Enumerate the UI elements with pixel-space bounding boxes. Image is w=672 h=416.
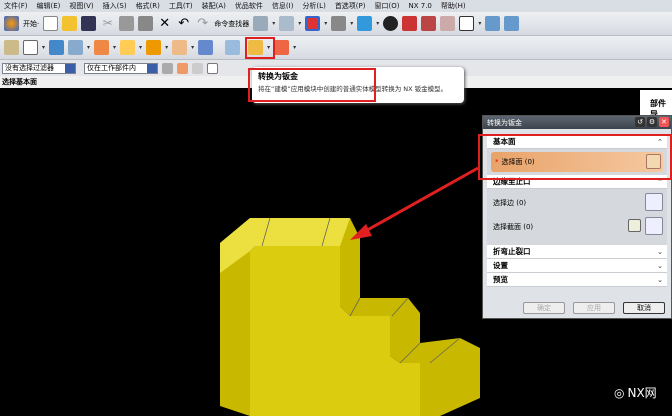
start-button[interactable]: 开始·: [23, 19, 39, 29]
edge-select-icon[interactable]: [645, 193, 663, 211]
command-finder-button[interactable]: 命令查找器: [214, 19, 249, 29]
dialog-titlebar[interactable]: 转换为钣金 ↺ ⚙ ✕: [483, 116, 671, 129]
menu-edit[interactable]: 编辑(E): [37, 1, 61, 11]
select-section-label: 选择截面 (0): [493, 223, 534, 231]
menu-tools[interactable]: 工具(T): [169, 1, 193, 11]
menu-version: NX 7.0: [408, 2, 432, 10]
section-settings[interactable]: 设置 ⌄: [487, 259, 667, 273]
cut-icon[interactable]: ✂: [100, 16, 115, 31]
base-face-highlight: [478, 134, 672, 180]
select-edge-row[interactable]: 选择边 (0): [493, 191, 663, 215]
copy-icon[interactable]: [119, 16, 135, 31]
contour-flange-icon[interactable]: [68, 40, 84, 55]
menu-analysis[interactable]: 分析(L): [302, 1, 325, 11]
dialog-title: 转换为钣金: [487, 118, 522, 127]
info-icon[interactable]: [279, 16, 295, 31]
background-icon[interactable]: [459, 16, 475, 31]
sketch-section-icon[interactable]: [628, 219, 641, 232]
shading-icon[interactable]: [383, 16, 399, 31]
type-filter-value: 没有选择过滤器: [5, 64, 54, 72]
sheetmetal-toolbar: ▾ ▾ ▾ ▾ ▾ ▾ ▾ ▾: [0, 36, 672, 60]
close-icon[interactable]: ✕: [659, 117, 669, 127]
delete-icon[interactable]: ✕: [157, 16, 172, 31]
select-icon[interactable]: [192, 62, 203, 74]
section-preview[interactable]: 预览 ⌄: [487, 273, 667, 287]
intent-icon[interactable]: [207, 62, 218, 74]
section-title: 折弯止裂口: [493, 247, 531, 256]
menu-preferences[interactable]: 首选项(P): [335, 1, 366, 11]
chevron-down-icon: ⌄: [657, 247, 663, 256]
menu-assembly[interactable]: 装配(A): [202, 1, 226, 11]
cancel-button[interactable]: 取消: [623, 302, 665, 314]
render3-icon[interactable]: [440, 16, 456, 31]
ok-button[interactable]: 确定: [523, 302, 565, 314]
select-edge-label: 选择边 (0): [493, 199, 527, 207]
section-bend-relief[interactable]: 折弯止裂口 ⌄: [487, 245, 667, 259]
paste-icon[interactable]: [138, 16, 154, 31]
menu-file[interactable]: 文件(F): [4, 1, 28, 11]
undo-icon[interactable]: ↶: [176, 16, 191, 31]
export-icon[interactable]: [274, 40, 290, 55]
menu-view[interactable]: 视图(V): [69, 1, 93, 11]
emboss-icon[interactable]: [120, 40, 136, 55]
bend-icon[interactable]: [94, 40, 110, 55]
corner-icon[interactable]: [146, 40, 162, 55]
part-icon[interactable]: [253, 16, 269, 31]
redo-icon[interactable]: ↷: [195, 16, 210, 31]
standard-toolbar: 开始· ✂ ✕ ↶ ↷ 命令查找器 ▾ ▾ ▾ ▾ ▾ ▾: [0, 12, 672, 36]
curve-select-icon[interactable]: [645, 217, 663, 235]
sketch-icon[interactable]: [4, 40, 19, 55]
type-filter-select[interactable]: 没有选择过滤器: [2, 62, 76, 74]
fit-icon[interactable]: [305, 16, 321, 31]
gear-icon[interactable]: ⚙: [647, 117, 657, 127]
view-cube-icon[interactable]: [357, 16, 373, 31]
chevron-down-icon: [147, 63, 157, 73]
menu-format[interactable]: 格式(R): [136, 1, 160, 11]
menu-plugin[interactable]: 优品软件: [235, 1, 263, 11]
menu-info[interactable]: 信息(I): [272, 1, 294, 11]
select-section-row[interactable]: 选择截面 (0): [493, 215, 663, 239]
render-icon[interactable]: [402, 16, 418, 31]
start-icon[interactable]: [4, 16, 19, 31]
filter-icon[interactable]: [162, 62, 173, 74]
render2-icon[interactable]: [421, 16, 437, 31]
new-icon[interactable]: [43, 16, 59, 31]
watermark-text: NX网: [627, 386, 657, 400]
apply-button[interactable]: 应用: [573, 302, 615, 314]
save-icon[interactable]: [81, 16, 97, 31]
menu-insert[interactable]: 插入(S): [103, 1, 127, 11]
chevron-down-icon: [65, 63, 75, 73]
section-icon[interactable]: [485, 16, 501, 31]
camera-icon[interactable]: [331, 16, 347, 31]
watermark: ◎ NX网: [614, 384, 657, 401]
scope-value: 仅在工作部件内: [87, 64, 136, 72]
reset-icon[interactable]: ↺: [635, 117, 645, 127]
convert-button-highlight: [245, 37, 275, 59]
chevron-down-icon: ⌄: [657, 275, 663, 284]
section-title: 设置: [493, 261, 508, 270]
snap-icon[interactable]: [177, 62, 188, 74]
annotation-arrow: [350, 166, 479, 240]
scope-select[interactable]: 仅在工作部件内: [84, 62, 158, 74]
open-icon[interactable]: [62, 16, 78, 31]
menu-window[interactable]: 窗口(O): [375, 1, 400, 11]
unbend-icon[interactable]: [172, 40, 188, 55]
solid-part: [220, 217, 480, 416]
chevron-down-icon: ⌄: [657, 261, 663, 270]
tab-icon[interactable]: [23, 40, 38, 55]
convert-to-sheetmetal-icon[interactable]: [225, 40, 241, 55]
section2-icon[interactable]: [504, 16, 520, 31]
flange-icon[interactable]: [49, 40, 65, 55]
section-title: 预览: [493, 275, 508, 284]
cleanup-icon[interactable]: [198, 40, 214, 55]
menu-help[interactable]: 帮助(H): [441, 1, 466, 11]
wechat-icon: ◎: [614, 385, 625, 400]
menu-bar: 文件(F) 编辑(E) 视图(V) 插入(S) 格式(R) 工具(T) 装配(A…: [0, 0, 672, 12]
